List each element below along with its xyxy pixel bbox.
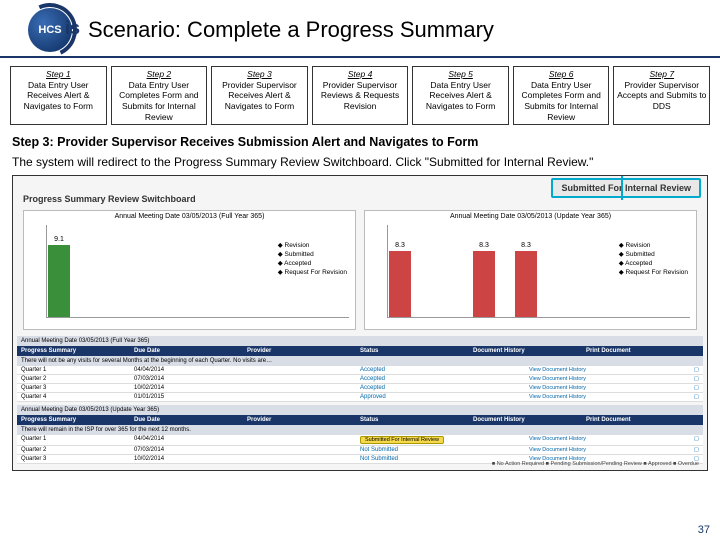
step-1: Step 1Data Entry User Receives Alert & N… <box>10 66 107 125</box>
step-4: Step 4Provider Supervisor Reviews & Requ… <box>312 66 409 125</box>
table-row: Quarter 401/01/2015ApprovedView Document… <box>17 393 703 402</box>
step-5: Step 5Data Entry User Receives Alert & N… <box>412 66 509 125</box>
table-row: Quarter 310/02/2014AcceptedView Document… <box>17 384 703 393</box>
submitted-internal-review-button[interactable]: Submitted For Internal Review <box>551 178 701 198</box>
step-instruction: The system will redirect to the Progress… <box>0 151 720 175</box>
step-7: Step 7Provider Supervisor Accepts and Su… <box>613 66 710 125</box>
table-row: Quarter 207/03/2014Not SubmittedView Doc… <box>17 446 703 455</box>
step-heading: Step 3: Provider Supervisor Receives Sub… <box>0 131 720 151</box>
chart-right: Annual Meeting Date 03/05/2013 (Update Y… <box>364 210 697 330</box>
hcsis-logo: HCS is <box>18 6 82 54</box>
table2-header: Progress SummaryDue DateProviderStatusDo… <box>17 415 703 425</box>
bar-r-q4: 8.3 <box>515 251 537 317</box>
table-row: Quarter 104/04/2014AcceptedView Document… <box>17 366 703 375</box>
chart-left: Annual Meeting Date 03/05/2013 (Full Yea… <box>23 210 356 330</box>
status-legend: ■ No Action Required ■ Pending Submissio… <box>492 461 699 467</box>
page-number: 37 <box>698 524 710 536</box>
table1-section: Annual Meeting Date 03/05/2013 (Full Yea… <box>17 336 703 346</box>
step-2: Step 2Data Entry User Completes Form and… <box>111 66 208 125</box>
switchboard-title: Progress Summary Review Switchboard <box>23 194 196 204</box>
embedded-screenshot: Submitted For Internal Review Progress S… <box>12 175 708 471</box>
bar-r-q3: 8.3 <box>473 251 495 317</box>
bar-q1: 9.1 <box>48 245 70 317</box>
callout-arrow-icon <box>621 176 623 200</box>
table-row: Quarter 207/03/2014AcceptedView Document… <box>17 375 703 384</box>
bar-r-q1: 8.3 <box>389 251 411 317</box>
page-title: Scenario: Complete a Progress Summary <box>88 17 494 43</box>
step-3: Step 3Provider Supervisor Receives Alert… <box>211 66 308 125</box>
status-submitted-internal[interactable]: Submitted For Internal Review <box>360 436 444 444</box>
table-row: Quarter 104/04/2014Submitted For Interna… <box>17 435 703 446</box>
step-6: Step 6Data Entry User Completes Form and… <box>513 66 610 125</box>
table2-section: Annual Meeting Date 03/05/2013 (Update Y… <box>17 405 703 415</box>
table1-header: Progress SummaryDue DateProviderStatusDo… <box>17 346 703 356</box>
step-strip: Step 1Data Entry User Receives Alert & N… <box>0 58 720 131</box>
